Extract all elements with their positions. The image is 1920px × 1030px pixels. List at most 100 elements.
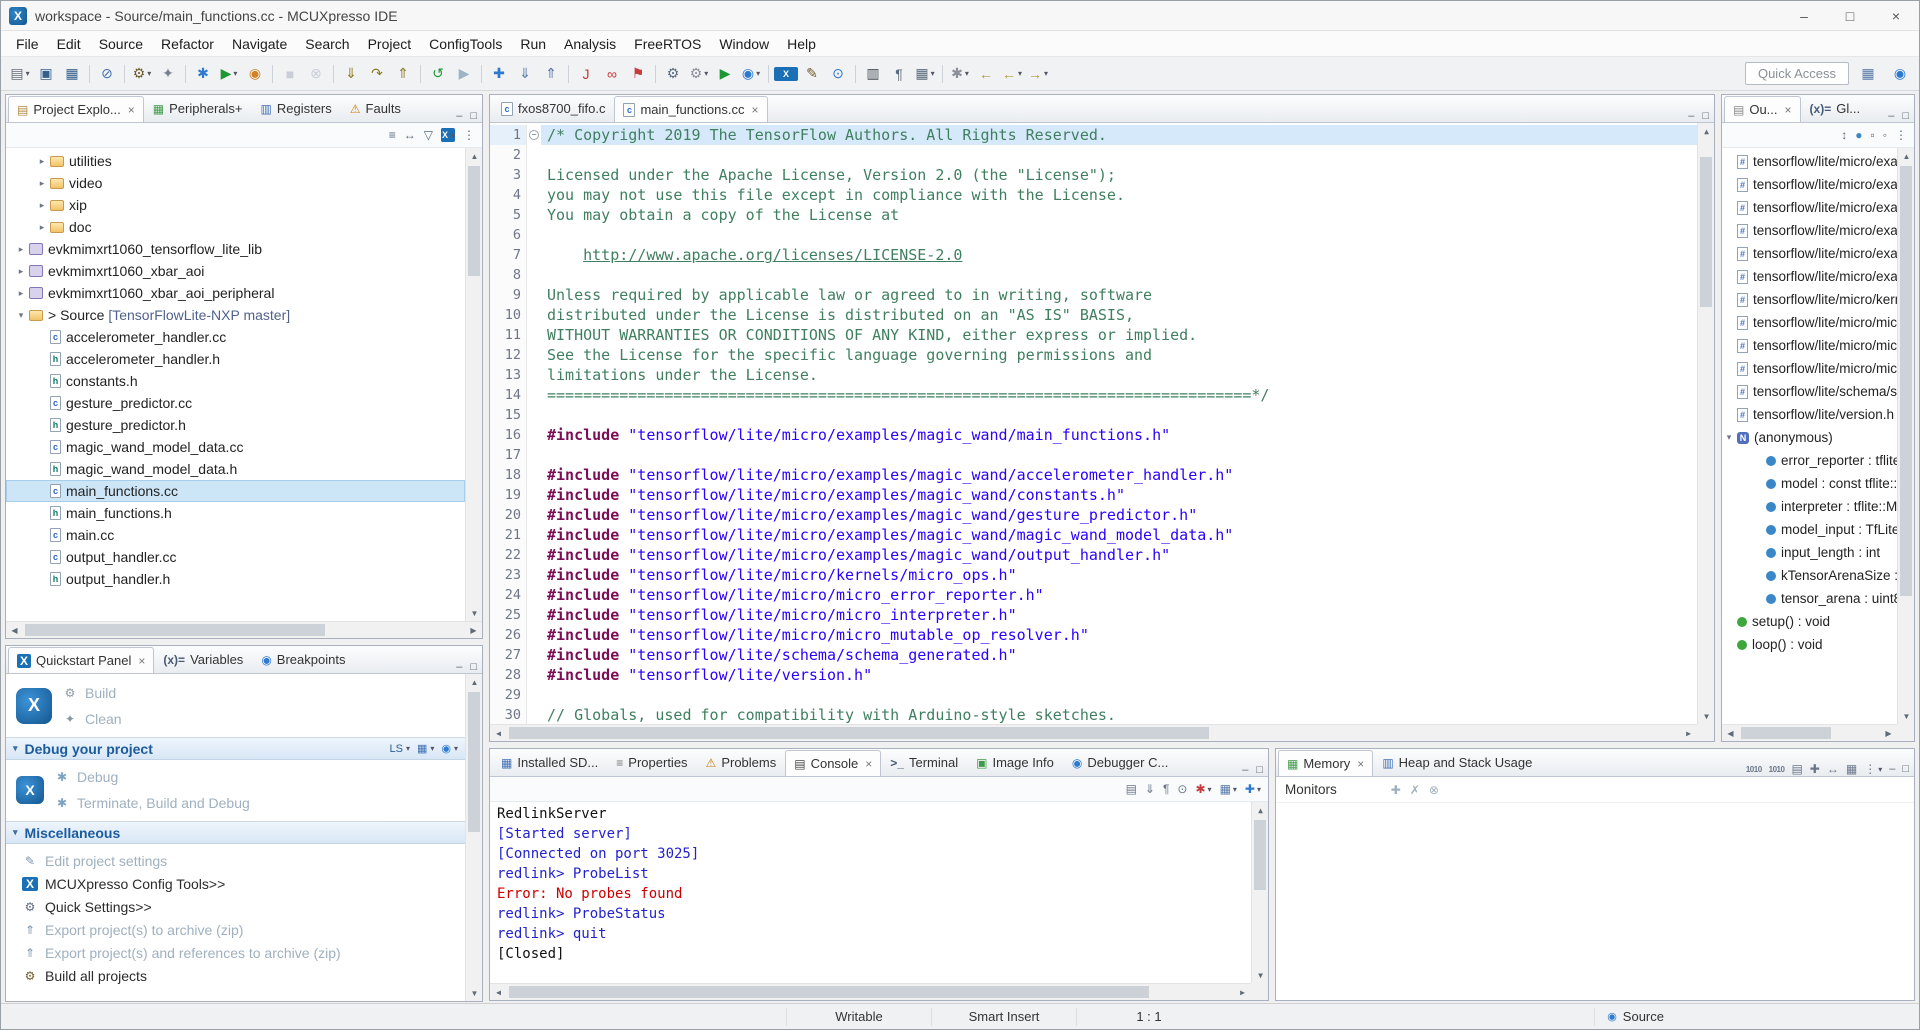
outline-item[interactable]: tensorflow/lite/micro/examples/magic_wan… bbox=[1722, 196, 1897, 219]
build-all-link[interactable]: ⚙ Build all projects bbox=[22, 965, 465, 986]
tab-properties[interactable]: ≡ Properties bbox=[607, 749, 696, 776]
outline-item[interactable]: model : const tflite::Model* bbox=[1722, 472, 1897, 495]
tab-image-info[interactable]: ▣ Image Info bbox=[967, 749, 1063, 776]
run-config-icon[interactable]: ◉ ▾ bbox=[739, 62, 763, 86]
code-line[interactable]: 21 #include "tensorflow/lite/micro/examp… bbox=[490, 525, 1697, 545]
code-line[interactable]: 29 bbox=[490, 685, 1697, 705]
section-twisty-icon[interactable]: ▾ bbox=[13, 743, 18, 754]
step-return-icon[interactable]: ⇑ bbox=[391, 62, 415, 86]
open-console-icon[interactable]: ✚ ▾ bbox=[1245, 782, 1261, 796]
close-window-button[interactable]: × bbox=[1873, 1, 1919, 31]
minimize-panel-icon[interactable]: ‒ bbox=[1242, 764, 1248, 776]
tree-item[interactable]: output_handler.cc bbox=[6, 546, 465, 568]
maximize-panel-icon[interactable]: □ bbox=[470, 661, 477, 673]
tree-item[interactable]: gesture_predictor.h bbox=[6, 414, 465, 436]
code-line[interactable]: 27 #include "tensorflow/lite/schema/sche… bbox=[490, 645, 1697, 665]
tree-item[interactable]: ▸ evkmimxrt1060_xbar_aoi_peripheral bbox=[6, 282, 465, 304]
annotations-icon[interactable]: ✱ ▾ bbox=[948, 62, 972, 86]
minimize-panel-icon[interactable]: ‒ bbox=[1888, 110, 1894, 122]
close-icon[interactable]: × bbox=[865, 757, 872, 771]
outline-item[interactable]: model_input : TfLiteTensor* bbox=[1722, 518, 1897, 541]
twisty-icon[interactable]: ▸ bbox=[35, 156, 49, 167]
disconnect-icon[interactable]: ⊗ bbox=[304, 62, 328, 86]
tree-item[interactable]: ▸ evkmimxrt1060_tensorflow_lite_lib bbox=[6, 238, 465, 260]
debug-section-header[interactable]: ▾ Debug your project LS ▾ bbox=[6, 737, 465, 760]
link-memory-icon[interactable]: ↔ bbox=[1827, 762, 1839, 776]
scroll-right-icon[interactable]: ▶ bbox=[1234, 984, 1251, 1000]
probe-link-icon[interactable]: ∞ bbox=[600, 62, 624, 86]
twisty-icon[interactable]: ▸ bbox=[14, 266, 28, 277]
menu-item[interactable]: Run bbox=[511, 36, 555, 52]
view-menu-icon[interactable]: ⋮ bbox=[1895, 128, 1907, 142]
tree-item[interactable]: ▸ utilities bbox=[6, 150, 465, 172]
remove-monitor-icon[interactable]: ✗ bbox=[1410, 783, 1420, 797]
code-line[interactable]: 9 Unless required by applicable law or a… bbox=[490, 285, 1697, 305]
menu-item[interactable]: Window bbox=[710, 36, 778, 52]
outline-item[interactable]: tensorflow/lite/schema/schema_generated.… bbox=[1722, 380, 1897, 403]
code-line[interactable]: 19 #include "tensorflow/lite/micro/examp… bbox=[490, 485, 1697, 505]
probe-disconnect-icon[interactable]: ✱ ▾ bbox=[1195, 782, 1211, 796]
pencil-icon[interactable]: ✎ bbox=[800, 62, 824, 86]
minimize-panel-icon[interactable]: ‒ bbox=[456, 661, 462, 673]
view-menu-icon[interactable]: ⋮ ▾ bbox=[1864, 762, 1882, 776]
code-line[interactable]: 12 See the License for the specific lang… bbox=[490, 345, 1697, 365]
tab-quickstart[interactable]: X Quickstart Panel × bbox=[8, 647, 154, 673]
profile-icon[interactable]: ◉ bbox=[243, 62, 267, 86]
scroll-down-icon[interactable]: ▼ bbox=[1698, 708, 1714, 724]
dropdown-arrow-icon[interactable]: ▾ bbox=[26, 69, 30, 78]
outline-item[interactable]: interpreter : tflite::MicroInterpreter* bbox=[1722, 495, 1897, 518]
code-line[interactable]: 20 #include "tensorflow/lite/micro/examp… bbox=[490, 505, 1697, 525]
outline-item[interactable]: tensorflow/lite/micro/examples/magic_wan… bbox=[1722, 242, 1897, 265]
code-line[interactable]: 13 limitations under the License. bbox=[490, 365, 1697, 385]
terminate-build-debug-link[interactable]: ✱ Terminate, Build and Debug bbox=[54, 792, 250, 813]
outline-item[interactable]: loop() : void bbox=[1722, 633, 1897, 656]
switch-layout-icon[interactable]: ▦ bbox=[1846, 762, 1857, 776]
dropdown-arrow-icon[interactable]: ▾ bbox=[704, 69, 708, 78]
menu-item[interactable]: ConfigTools bbox=[420, 36, 511, 52]
add-monitor-icon[interactable]: ✚ bbox=[1391, 783, 1401, 797]
outline-item[interactable]: tensorflow/lite/micro/examples/magic_wan… bbox=[1722, 173, 1897, 196]
tab-console[interactable]: ▤ Console × bbox=[785, 750, 881, 776]
terminal-icon[interactable]: ▥ bbox=[861, 62, 885, 86]
scroll-lock-icon[interactable]: ⇓ bbox=[1145, 782, 1155, 796]
outline-item[interactable]: tensorflow/lite/micro/micro_mutable_op_r… bbox=[1722, 357, 1897, 380]
linkserver-dropdown[interactable]: LS ▾ bbox=[389, 743, 409, 755]
menu-item[interactable]: Help bbox=[778, 36, 825, 52]
twisty-icon[interactable]: ▸ bbox=[14, 244, 28, 255]
code-line[interactable]: 11 WITHOUT WARRANTIES OR CONDITIONS OF A… bbox=[490, 325, 1697, 345]
tree-item[interactable]: constants.h bbox=[6, 370, 465, 392]
remove-all-monitors-icon[interactable]: ⊗ bbox=[1429, 783, 1439, 797]
tree-item[interactable]: main.cc bbox=[6, 524, 465, 546]
tab-terminal[interactable]: >_ Terminal bbox=[881, 749, 967, 776]
vertical-scrollbar[interactable]: ▲ ▼ bbox=[465, 674, 482, 1001]
minimize-panel-icon[interactable]: ‒ bbox=[1688, 110, 1694, 122]
play-circle-icon[interactable]: ▶ bbox=[713, 62, 737, 86]
twisty-icon[interactable]: ▾ bbox=[1722, 432, 1736, 443]
scroll-up-icon[interactable]: ▲ bbox=[1252, 802, 1268, 818]
outline-item[interactable]: tensorflow/lite/micro/micro_error_report… bbox=[1722, 311, 1897, 334]
dropdown-arrow-icon[interactable]: ▾ bbox=[406, 744, 410, 753]
tab-memory[interactable]: ▦ Memory × bbox=[1278, 750, 1373, 776]
code-line[interactable]: 5 You may obtain a copy of the License a… bbox=[490, 205, 1697, 225]
close-icon[interactable]: × bbox=[138, 654, 145, 668]
clear-console-icon[interactable]: ▤ bbox=[1126, 782, 1137, 796]
outline-item[interactable]: setup() : void bbox=[1722, 610, 1897, 633]
edit-project-settings-link[interactable]: ✎ Edit project settings bbox=[22, 850, 465, 871]
code-line[interactable]: 28 #include "tensorflow/lite/version.h" bbox=[490, 665, 1697, 685]
develop-perspective-icon[interactable]: ◉ bbox=[1888, 62, 1912, 86]
copy-memory-icon[interactable]: ▤ bbox=[1791, 762, 1802, 776]
code-line[interactable]: 17 bbox=[490, 445, 1697, 465]
tree-item[interactable]: gesture_predictor.cc bbox=[6, 392, 465, 414]
twisty-icon[interactable]: ▸ bbox=[35, 178, 49, 189]
code-line[interactable]: 26 #include "tensorflow/lite/micro/micro… bbox=[490, 625, 1697, 645]
pin-console-icon[interactable]: ⊙ bbox=[1177, 782, 1187, 796]
tree-item[interactable]: main_functions.cc bbox=[6, 480, 465, 502]
maximize-panel-icon[interactable]: □ bbox=[1702, 110, 1709, 122]
collapse-all-icon[interactable]: ≡ bbox=[389, 128, 396, 142]
tree-item[interactable]: ▸ evkmimxrt1060_xbar_aoi bbox=[6, 260, 465, 282]
link-with-editor-icon[interactable]: ↔ bbox=[404, 128, 416, 142]
code-line[interactable]: 18 #include "tensorflow/lite/micro/examp… bbox=[490, 465, 1697, 485]
tab-faults[interactable]: ⚠ Faults bbox=[341, 95, 410, 122]
menu-item[interactable]: Search bbox=[296, 36, 358, 52]
twisty-icon[interactable]: ▸ bbox=[35, 222, 49, 233]
